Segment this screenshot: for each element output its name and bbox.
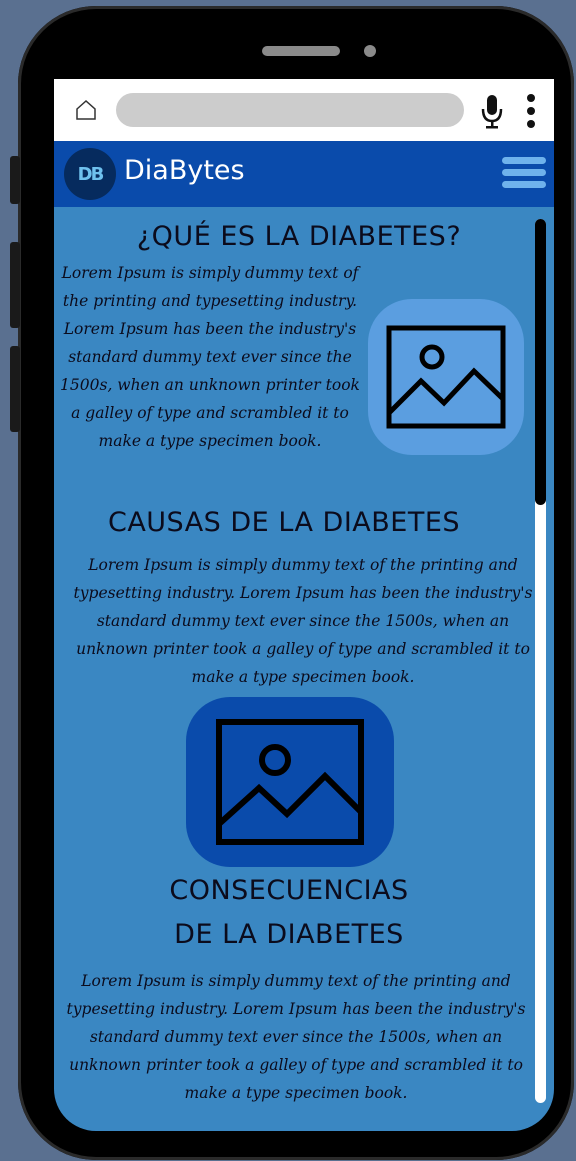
- logo-text: DB: [77, 163, 105, 185]
- section-heading-consequences: CONSECUENCIAS DE LA DIABETES: [124, 869, 454, 957]
- phone-camera: [364, 45, 376, 57]
- section-heading-causes: CAUSAS DE LA DIABETES: [107, 507, 461, 538]
- browser-bar: [54, 79, 554, 141]
- image-placeholder-icon: [216, 719, 364, 845]
- scrollbar-thumb[interactable]: [535, 219, 546, 505]
- section-heading-what-is: ¿QUÉ ES LA DIABETES?: [136, 221, 462, 252]
- volume-down-button: [10, 346, 20, 432]
- app-header: DB DiaBytes: [54, 141, 554, 207]
- home-icon[interactable]: [74, 99, 98, 121]
- section-text-causes: Lorem Ipsum is simply dummy text of the …: [73, 556, 533, 686]
- url-input[interactable]: [116, 93, 464, 127]
- heading-line-2: DE LA DIABETES: [174, 919, 404, 950]
- vertical-dots-icon[interactable]: [524, 93, 538, 129]
- image-placeholder-icon: [386, 325, 506, 429]
- app-title: DiaBytes: [124, 155, 245, 186]
- image-placeholder-1: [368, 299, 524, 455]
- section-text-consequences: Lorem Ipsum is simply dummy text of the …: [66, 972, 526, 1102]
- phone-speaker: [262, 46, 340, 56]
- mute-switch: [10, 156, 20, 204]
- app-logo[interactable]: DB: [64, 148, 116, 200]
- scrollbar-track[interactable]: [535, 219, 546, 1103]
- image-placeholder-2: [186, 697, 394, 867]
- microphone-icon[interactable]: [480, 93, 504, 129]
- section-text-what-is: Lorem Ipsum is simply dummy text of the …: [60, 264, 360, 450]
- hamburger-menu-icon[interactable]: [502, 157, 546, 191]
- main-content: ¿QUÉ ES LA DIABETES? Lorem Ipsum is simp…: [54, 207, 534, 1131]
- phone-screen: DB DiaBytes ¿QUÉ ES LA DIABETES? Lorem I…: [54, 79, 554, 1131]
- volume-up-button: [10, 242, 20, 328]
- heading-line-1: CONSECUENCIAS: [169, 875, 409, 906]
